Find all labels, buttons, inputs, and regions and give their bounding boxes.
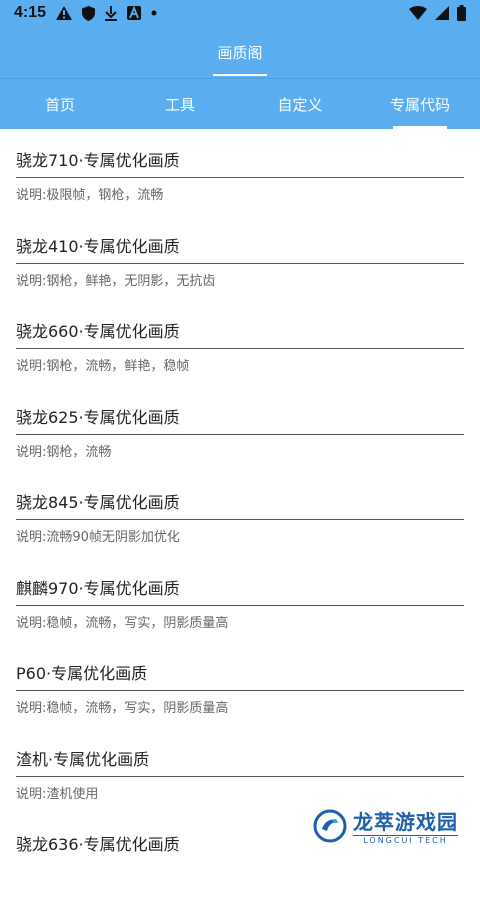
cellular-icon: [435, 6, 449, 20]
battery-icon: [457, 5, 466, 21]
watermark-text: 龙萃游戏园 LONGCUI TECH: [353, 806, 458, 845]
item-title: 麒麟970·专属优化画质: [16, 575, 464, 606]
item-title: 骁龙625·专属优化画质: [16, 404, 464, 435]
list-item[interactable]: P60·专属优化画质 说明:稳帧，流畅，写实，阴影质量高: [16, 642, 464, 728]
app-title-bar: 画质阁: [0, 26, 480, 78]
list-item[interactable]: 骁龙845·专属优化画质 说明:流畅90帧无阴影加优化: [16, 471, 464, 557]
list-item[interactable]: 骁龙625·专属优化画质 说明:钢枪，流畅: [16, 386, 464, 472]
list-item[interactable]: 骁龙410·专属优化画质 说明:钢枪，鲜艳，无阴影，无抗齿: [16, 215, 464, 301]
item-title: P60·专属优化画质: [16, 660, 464, 691]
item-description: 说明:渣机使用: [16, 786, 99, 802]
tab-custom[interactable]: 自定义: [240, 79, 360, 129]
status-left: 4:15: [14, 4, 157, 22]
tab-tools[interactable]: 工具: [120, 79, 240, 129]
item-description: 说明:稳帧，流畅，写实，阴影质量高: [16, 615, 229, 631]
alert-triangle-icon: [56, 6, 73, 20]
list-item[interactable]: 骁龙660·专属优化画质 说明:钢枪，流畅，鲜艳，稳帧: [16, 300, 464, 386]
tab-label: 自定义: [277, 95, 323, 114]
list-item[interactable]: 骁龙710·专属优化画质 说明:极限帧，钢枪，流畅: [16, 129, 464, 215]
tab-label: 首页: [44, 95, 75, 114]
dot-icon: [151, 10, 157, 16]
wifi-icon: [409, 6, 427, 20]
item-description: 说明:钢枪，流畅: [16, 444, 112, 460]
tab-bar: 首页 工具 自定义 专属代码: [0, 78, 480, 129]
tab-label: 工具: [164, 95, 195, 114]
item-title: 渣机·专属优化画质: [16, 746, 464, 777]
item-title: 骁龙410·专属优化画质: [16, 233, 464, 264]
page-title: 画质阁: [217, 43, 263, 62]
watermark-subtitle: LONGCUI TECH: [353, 835, 458, 845]
tab-exclusive-code[interactable]: 专属代码: [360, 79, 480, 129]
status-bar: 4:15: [0, 0, 480, 26]
watermark-logo: 龙萃游戏园 LONGCUI TECH: [313, 806, 458, 845]
title-underline: [213, 74, 267, 76]
watermark-title: 龙萃游戏园: [353, 810, 458, 834]
preset-list: 骁龙710·专属优化画质 说明:极限帧，钢枪，流畅 骁龙410·专属优化画质 说…: [0, 129, 480, 899]
item-title: 骁龙845·专属优化画质: [16, 489, 464, 520]
item-description: 说明:流畅90帧无阴影加优化: [16, 530, 180, 545]
tab-label: 专属代码: [389, 95, 450, 114]
dragon-logo-icon: [313, 809, 347, 843]
list-item[interactable]: 麒麟970·专属优化画质 说明:稳帧，流畅，写实，阴影质量高: [16, 557, 464, 643]
shield-icon: [82, 5, 96, 21]
item-title: 骁龙660·专属优化画质: [16, 318, 464, 349]
item-description: 说明:钢枪，鲜艳，无阴影，无抗齿: [16, 273, 216, 289]
status-time: 4:15: [14, 4, 47, 21]
status-right: [409, 5, 466, 21]
item-description: 说明:稳帧，流畅，写实，阴影质量高: [16, 701, 229, 716]
item-description: 说明:钢枪，流畅，鲜艳，稳帧: [16, 359, 190, 374]
font-a-icon: [127, 6, 142, 20]
item-description: 说明:极限帧，钢枪，流畅: [16, 188, 164, 203]
tab-home[interactable]: 首页: [0, 79, 120, 129]
item-title: 骁龙710·专属优化画质: [16, 147, 464, 178]
download-icon: [105, 5, 118, 21]
list-item[interactable]: 渣机·专属优化画质 说明:渣机使用: [16, 728, 464, 814]
